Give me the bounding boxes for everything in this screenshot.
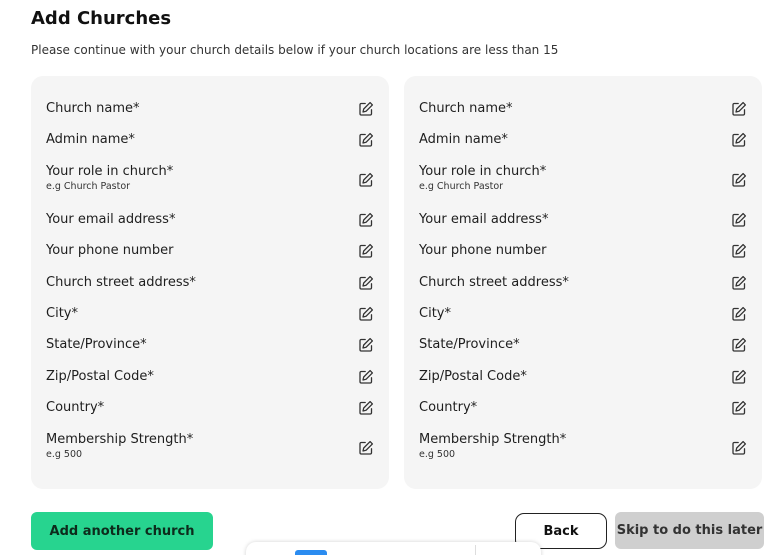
edit-icon[interactable] xyxy=(731,101,747,117)
field-label: Your email address* xyxy=(46,212,176,227)
field-label: Your phone number xyxy=(419,243,547,258)
edit-icon[interactable] xyxy=(358,440,374,456)
field-label: Country* xyxy=(46,400,105,415)
edit-icon[interactable] xyxy=(731,212,747,228)
edit-icon[interactable] xyxy=(358,101,374,117)
state-field[interactable]: State/Province* xyxy=(419,337,747,353)
field-label: Church street address* xyxy=(46,275,196,290)
field-hint: e.g Church Pastor xyxy=(46,181,131,192)
edit-icon[interactable] xyxy=(731,243,747,259)
admin-name-field[interactable]: Admin name* xyxy=(46,132,374,148)
edit-icon[interactable] xyxy=(731,172,747,188)
street-address-field[interactable]: Church street address* xyxy=(46,275,374,291)
edit-icon[interactable] xyxy=(358,212,374,228)
role-field[interactable]: Your role in church* e.g Church Pastor xyxy=(46,164,374,193)
edit-icon[interactable] xyxy=(731,306,747,322)
field-label: City* xyxy=(46,306,78,321)
field-label: State/Province* xyxy=(419,337,520,352)
field-label: Church name* xyxy=(419,101,513,116)
zip-field[interactable]: Zip/Postal Code* xyxy=(46,369,374,385)
city-field[interactable]: City* xyxy=(46,306,374,322)
field-label: City* xyxy=(419,306,451,321)
edit-icon[interactable] xyxy=(358,275,374,291)
field-hint: e.g 500 xyxy=(46,449,83,460)
bottom-popover xyxy=(246,542,541,555)
admin-name-field[interactable]: Admin name* xyxy=(419,132,747,148)
church-name-field[interactable]: Church name* xyxy=(419,101,747,117)
edit-icon[interactable] xyxy=(731,275,747,291)
field-label: Zip/Postal Code* xyxy=(419,369,527,384)
field-label: Admin name* xyxy=(46,132,135,147)
field-label: Your role in church* xyxy=(419,164,547,179)
edit-icon[interactable] xyxy=(358,243,374,259)
field-label: Your email address* xyxy=(419,212,549,227)
edit-icon[interactable] xyxy=(731,400,747,416)
popover-accent xyxy=(295,550,327,555)
field-label: Country* xyxy=(419,400,478,415)
field-label: Zip/Postal Code* xyxy=(46,369,154,384)
country-field[interactable]: Country* xyxy=(419,400,747,416)
phone-field[interactable]: Your phone number xyxy=(419,243,747,259)
membership-field[interactable]: Membership Strength* e.g 500 xyxy=(46,432,374,461)
edit-icon[interactable] xyxy=(358,132,374,148)
country-field[interactable]: Country* xyxy=(46,400,374,416)
zip-field[interactable]: Zip/Postal Code* xyxy=(419,369,747,385)
email-field[interactable]: Your email address* xyxy=(46,212,374,228)
field-label: Church name* xyxy=(46,101,140,116)
church-name-field[interactable]: Church name* xyxy=(46,101,374,117)
page-subtitle: Please continue with your church details… xyxy=(31,43,559,57)
edit-icon[interactable] xyxy=(731,337,747,353)
role-field[interactable]: Your role in church* e.g Church Pastor xyxy=(419,164,747,193)
church-card-1: Church name* Admin name* Your role in ch… xyxy=(31,76,389,489)
edit-icon[interactable] xyxy=(358,172,374,188)
edit-icon[interactable] xyxy=(358,306,374,322)
field-label: Admin name* xyxy=(419,132,508,147)
skip-button[interactable]: Skip to do this later xyxy=(615,512,764,549)
edit-icon[interactable] xyxy=(731,132,747,148)
field-label: Church street address* xyxy=(419,275,569,290)
email-field[interactable]: Your email address* xyxy=(419,212,747,228)
edit-icon[interactable] xyxy=(358,337,374,353)
edit-icon[interactable] xyxy=(731,369,747,385)
street-address-field[interactable]: Church street address* xyxy=(419,275,747,291)
field-label: Membership Strength* xyxy=(46,432,194,447)
phone-field[interactable]: Your phone number xyxy=(46,243,374,259)
popover-divider xyxy=(475,545,476,555)
city-field[interactable]: City* xyxy=(419,306,747,322)
add-churches-page: Add Churches Please continue with your c… xyxy=(0,0,781,555)
field-hint: e.g 500 xyxy=(419,449,456,460)
state-field[interactable]: State/Province* xyxy=(46,337,374,353)
field-label: Membership Strength* xyxy=(419,432,567,447)
church-card-2: Church name* Admin name* Your role in ch… xyxy=(404,76,762,489)
edit-icon[interactable] xyxy=(358,400,374,416)
field-label: State/Province* xyxy=(46,337,147,352)
field-label: Your phone number xyxy=(46,243,174,258)
page-title: Add Churches xyxy=(31,8,172,29)
field-label: Your role in church* xyxy=(46,164,174,179)
membership-field[interactable]: Membership Strength* e.g 500 xyxy=(419,432,747,461)
edit-icon[interactable] xyxy=(358,369,374,385)
field-hint: e.g Church Pastor xyxy=(419,181,504,192)
edit-icon[interactable] xyxy=(731,440,747,456)
add-another-church-button[interactable]: Add another church xyxy=(31,512,213,550)
